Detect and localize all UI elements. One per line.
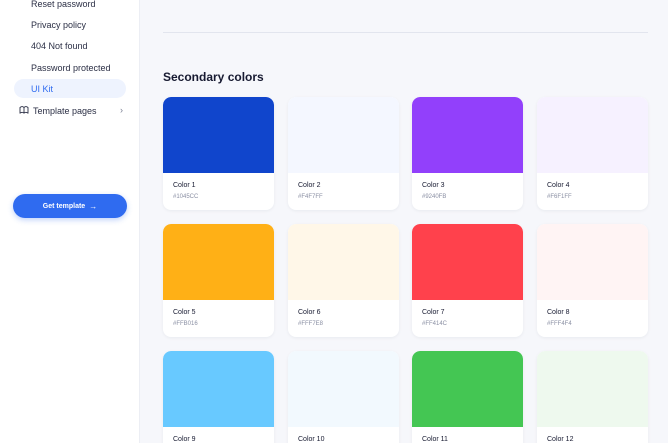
sidebar: Reset password Privacy policy 404 Not fo… [0, 0, 140, 443]
color-name: Color 11 [422, 436, 448, 443]
color-hex: #9240FB [422, 194, 447, 200]
arrow-right-icon: → [89, 201, 98, 211]
sidebar-item-label: UI Kit [31, 84, 54, 94]
color-hex: #F4F7FF [298, 194, 323, 200]
sidebar-item-reset-password[interactable]: Reset password [31, 0, 96, 9]
color-name: Color 1 [173, 182, 196, 189]
section-divider [163, 32, 648, 33]
color-swatch [537, 351, 648, 427]
color-swatch [412, 224, 523, 300]
color-name: Color 8 [547, 309, 570, 316]
color-card[interactable]: Color 5 #FFB016 [163, 224, 274, 337]
sidebar-item-password-protected[interactable]: Password protected [31, 63, 111, 73]
color-hex: #1045CC [173, 194, 199, 200]
color-swatch [288, 351, 399, 427]
sidebar-item-404-not-found[interactable]: 404 Not found [31, 41, 88, 51]
color-card[interactable]: Color 9 [163, 351, 274, 443]
color-card[interactable]: Color 7 #FF414C [412, 224, 523, 337]
color-name: Color 5 [173, 309, 196, 316]
section-title: Secondary colors [163, 70, 264, 84]
get-template-button[interactable]: Get template → [13, 194, 127, 218]
color-swatch [288, 97, 399, 173]
color-card[interactable]: Color 11 [412, 351, 523, 443]
color-name: Color 7 [422, 309, 445, 316]
sidebar-group-label: Template pages [33, 106, 97, 116]
color-card[interactable]: Color 3 #9240FB [412, 97, 523, 210]
color-name: Color 3 [422, 182, 445, 189]
color-card[interactable]: Color 2 #F4F7FF [288, 97, 399, 210]
color-card[interactable]: Color 8 #FFF4F4 [537, 224, 648, 337]
sidebar-item-ui-kit[interactable]: UI Kit [14, 79, 126, 98]
color-swatch [412, 97, 523, 173]
color-card[interactable]: Color 1 #1045CC [163, 97, 274, 210]
color-card[interactable]: Color 10 [288, 351, 399, 443]
color-swatch [537, 224, 648, 300]
color-name: Color 6 [298, 309, 321, 316]
color-name: Color 4 [547, 182, 570, 189]
color-swatch [288, 224, 399, 300]
color-name: Color 2 [298, 182, 321, 189]
color-swatch [163, 97, 274, 173]
color-swatch [412, 351, 523, 427]
color-swatch [537, 97, 648, 173]
sidebar-group-template-pages[interactable]: Template pages › [19, 104, 123, 118]
get-template-label: Get template [42, 202, 86, 210]
sidebar-item-privacy-policy[interactable]: Privacy policy [31, 20, 86, 30]
color-card[interactable]: Color 4 #F6F1FF [537, 97, 648, 210]
color-hex: #FF414C [422, 321, 448, 327]
color-name: Color 12 [547, 436, 574, 443]
color-card[interactable]: Color 6 #FFF7E8 [288, 224, 399, 337]
color-hex: #FFF7E8 [298, 321, 324, 327]
color-name: Color 9 [173, 436, 196, 443]
color-hex: #FFF4F4 [547, 321, 572, 327]
color-hex: #F6F1FF [547, 194, 572, 200]
color-swatch [163, 351, 274, 427]
chevron-right-icon: › [120, 105, 123, 115]
template-icon [19, 106, 29, 114]
color-card[interactable]: Color 12 [537, 351, 648, 443]
color-hex: #FFB016 [173, 321, 198, 327]
color-swatch [163, 224, 274, 300]
color-name: Color 10 [298, 436, 325, 443]
